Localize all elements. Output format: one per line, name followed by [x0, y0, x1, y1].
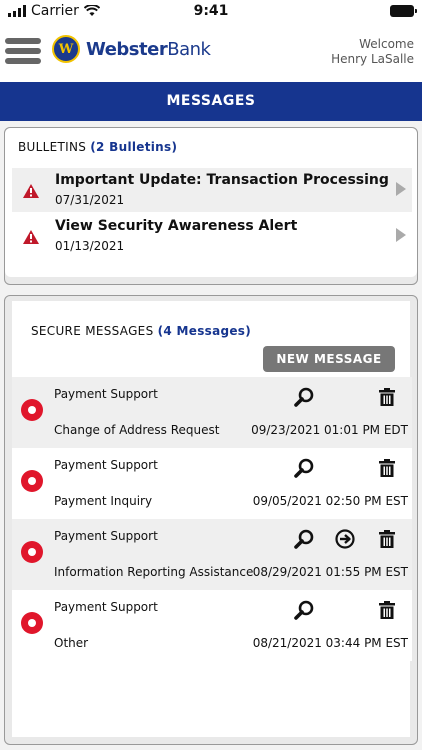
- magnifier-view-icon[interactable]: [294, 387, 314, 407]
- menu-icon[interactable]: [5, 38, 41, 64]
- message-subject: Other: [54, 636, 89, 650]
- magnifier-view-icon[interactable]: [294, 600, 314, 620]
- message-sender: Payment Support: [54, 600, 158, 614]
- unread-indicator-icon: [21, 612, 43, 634]
- message-sender: Payment Support: [54, 458, 158, 472]
- message-sender: Payment Support: [54, 529, 158, 543]
- secure-messages-panel: SECURE MESSAGES (4 Messages) NEW MESSAGE…: [4, 295, 418, 745]
- message-subject: Payment Inquiry: [54, 494, 153, 508]
- brand-name-thin: Bank: [167, 38, 211, 60]
- welcome-label: Welcome: [359, 37, 414, 51]
- new-message-button[interactable]: NEW MESSAGE: [263, 346, 395, 372]
- trash-icon[interactable]: [377, 458, 397, 478]
- bulletin-title: View Security Awareness Alert: [55, 218, 298, 234]
- message-row[interactable]: Payment Support Information Reporting As…: [12, 519, 412, 590]
- chevron-right-icon: [396, 182, 406, 196]
- trash-icon[interactable]: [377, 600, 397, 620]
- unread-indicator-icon: [21, 541, 43, 563]
- message-row[interactable]: Payment Support Other 08/21/2021 03:44 P…: [12, 590, 412, 661]
- trash-icon[interactable]: [377, 387, 397, 407]
- app-header: W WebsterBank Welcome Henry LaSalle: [0, 24, 422, 82]
- welcome-text: Welcome Henry LaSalle: [331, 37, 414, 67]
- message-date: 09/05/2021 02:50 PM EST: [252, 494, 408, 508]
- message-row[interactable]: Payment Support Payment Inquiry 09/05/20…: [12, 448, 412, 519]
- message-subject: Information Reporting Assistance: [54, 565, 254, 579]
- magnifier-view-icon[interactable]: [294, 529, 314, 549]
- bulletin-item[interactable]: Important Update: Transaction Processing…: [12, 168, 412, 212]
- messages-count: (4 Messages): [157, 324, 252, 338]
- bulletin-date: 07/31/2021: [55, 193, 125, 207]
- bulletins-panel: BULLETINS (2 Bulletins) Important Update…: [4, 127, 418, 285]
- brand-name-bold: Webster: [86, 38, 168, 60]
- message-date: 08/29/2021 01:55 PM EST: [252, 565, 408, 579]
- message-sender: Payment Support: [54, 387, 158, 401]
- unread-indicator-icon: [21, 470, 43, 492]
- bulletin-item[interactable]: View Security Awareness Alert 01/13/2021: [12, 214, 412, 258]
- status-bar: Carrier 9:41: [0, 0, 422, 24]
- secure-messages-heading: SECURE MESSAGES (4 Messages): [31, 324, 252, 338]
- unread-indicator-icon: [21, 399, 43, 421]
- user-name: Henry LaSalle: [331, 52, 414, 66]
- bulletin-title: Important Update: Transaction Processing: [55, 172, 389, 188]
- warning-icon: [23, 184, 39, 198]
- logo-mark-icon: W: [52, 35, 80, 63]
- message-date: 09/23/2021 01:01 PM EDT: [251, 423, 408, 437]
- bulletins-heading: BULLETINS (2 Bulletins): [18, 140, 178, 154]
- bulletins-count: (2 Bulletins): [90, 140, 178, 154]
- chevron-right-icon: [396, 228, 406, 242]
- page-title: MESSAGES: [0, 82, 422, 121]
- trash-icon[interactable]: [377, 529, 397, 549]
- magnifier-view-icon[interactable]: [294, 458, 314, 478]
- message-row[interactable]: Payment Support Change of Address Reques…: [12, 377, 412, 448]
- bulletin-date: 01/13/2021: [55, 239, 125, 253]
- warning-icon: [23, 230, 39, 244]
- clock: 9:41: [193, 3, 229, 19]
- webster-bank-logo: W WebsterBank: [52, 35, 211, 63]
- message-subject: Change of Address Request: [54, 423, 220, 437]
- arrow-circle-right-icon[interactable]: [335, 529, 355, 549]
- message-date: 08/21/2021 03:44 PM EST: [252, 636, 408, 650]
- battery-icon: [390, 5, 417, 17]
